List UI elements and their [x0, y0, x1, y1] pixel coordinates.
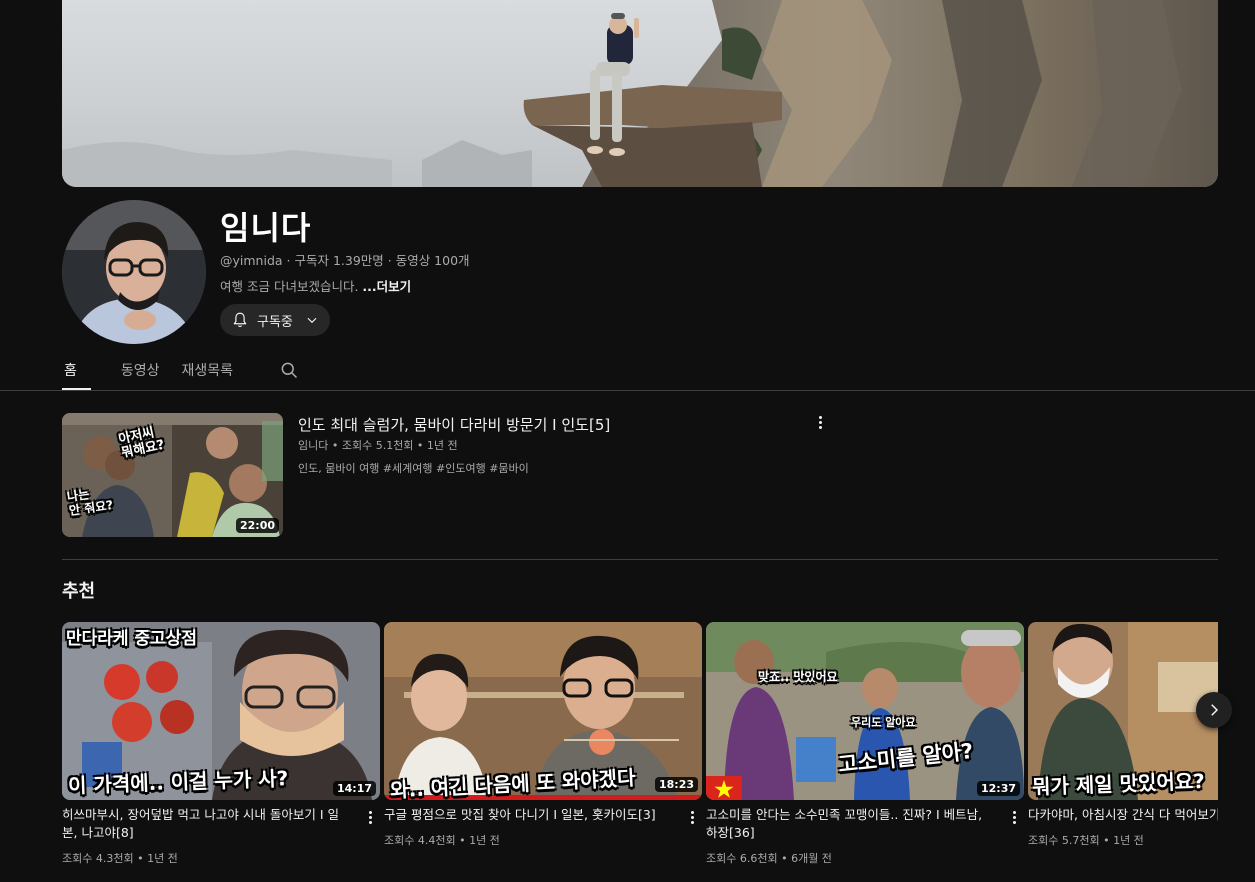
video-card[interactable]: 뭐가 제일 맛있어요? 다카야마, 아침시장 간식 다 먹어보기 조회수 5.7… [1028, 622, 1218, 847]
video-duration: 14:17 [332, 781, 376, 796]
tab-playlists[interactable]: 재생목록 [182, 352, 234, 390]
description-text: 여행 조금 다녀보겠습니다. [220, 279, 363, 294]
more-vert-icon[interactable] [1006, 807, 1022, 827]
subscribed-button[interactable]: 구독중 [220, 304, 330, 336]
video-title[interactable]: 히쓰마부시, 장어덮밥 먹고 나고야 시내 돌아보기 I 일본, 나고야[8] [62, 806, 352, 842]
tab-playlists-label: 재생목록 [181, 363, 234, 379]
bell-icon [233, 312, 247, 328]
shelf-next-button[interactable] [1196, 692, 1232, 728]
thumb-mid-text: 우리도 알아요 [851, 716, 916, 729]
chevron-right-icon [1211, 704, 1219, 716]
avatar-image [62, 200, 206, 344]
channel-handle[interactable]: @yimnida [220, 253, 283, 268]
recommended-section-title: 추천 [62, 581, 96, 602]
subscribed-label: 구독중 [257, 314, 293, 330]
video-duration: 18:23 [654, 777, 698, 792]
video-meta: 조회수 5.7천회 • 1년 전 [1028, 834, 1144, 847]
featured-video-tags: 인도, 뭄바이 여행 #세계여행 #인도여행 #뭄바이 [298, 462, 529, 475]
video-thumbnail[interactable]: 만다라케 중고상점 이 가격에.. 이걸 누가 사? 14:17 [62, 622, 380, 800]
channel-banner [62, 0, 1218, 187]
search-icon[interactable] [279, 360, 299, 380]
channel-stats: · 구독자 1.39만명 · 동영상 100개 [282, 253, 470, 268]
video-thumbnail[interactable]: 와.. 여긴 다음에 또 와야겠다 18:23 [384, 622, 702, 800]
video-title[interactable]: 고소미를 안다는 소수민족 꼬맹이들.. 진짜? I 베트남, 하장[36] [706, 806, 996, 842]
more-vert-icon[interactable] [812, 412, 828, 432]
video-card[interactable]: 와.. 여긴 다음에 또 와야겠다 18:23 구글 평점으로 맛집 찾아 다니… [384, 622, 702, 847]
video-duration: 12:37 [976, 781, 1020, 796]
tab-videos-label: 동영상 [120, 363, 160, 379]
thumb-bottom-text: 뭐가 제일 맛있어요? [1031, 768, 1206, 800]
more-vert-icon[interactable] [362, 807, 378, 827]
channel-page: 임니다 @yimnida · 구독자 1.39만명 · 동영상 100개 여행 … [0, 0, 1255, 882]
video-title[interactable]: 다카야마, 아침시장 간식 다 먹어보기 [1028, 806, 1218, 824]
featured-video-thumbnail[interactable]: 아저씨 뭐해요? 나는 안 줘요? 22:00 [62, 413, 283, 537]
section-divider [62, 559, 1218, 560]
tab-home[interactable]: 홈 [62, 352, 91, 390]
channel-avatar[interactable] [62, 200, 206, 344]
channel-description[interactable]: 여행 조금 다녀보겠습니다. ...더보기 [220, 276, 411, 295]
tab-home-label: 홈 [64, 363, 77, 379]
featured-video-title[interactable]: 인도 최대 슬럼가, 뭄바이 다라비 방문기 I 인도[5] [298, 414, 610, 435]
channel-name: 임니다 [220, 209, 312, 247]
thumb-top-text: 맞죠.. 맛있어요 [758, 670, 838, 684]
video-thumbnail[interactable]: 맞죠.. 맛있어요 우리도 알아요 고소미를 알아? 12:37 [706, 622, 1024, 800]
channel-meta: @yimnida · 구독자 1.39만명 · 동영상 100개 [220, 250, 470, 269]
video-meta: 조회수 6.6천회 • 6개월 전 [706, 852, 832, 865]
video-thumbnail[interactable]: 뭐가 제일 맛있어요? [1028, 622, 1218, 800]
tab-videos[interactable]: 동영상 [121, 352, 160, 390]
channel-tabs: 홈 동영상 재생목록 [62, 352, 255, 390]
more-vert-icon[interactable] [684, 807, 700, 827]
video-meta: 조회수 4.4천회 • 1년 전 [384, 834, 500, 847]
featured-video-meta: 임니다 • 조회수 5.1천회 • 1년 전 [298, 439, 458, 452]
vietnam-flag-icon [706, 776, 742, 800]
chevron-down-icon [307, 317, 317, 324]
recommended-shelf: 만다라케 중고상점 이 가격에.. 이걸 누가 사? 14:17 히쓰마부시, … [62, 622, 1218, 882]
video-card[interactable]: 만다라케 중고상점 이 가격에.. 이걸 누가 사? 14:17 히쓰마부시, … [62, 622, 380, 865]
video-meta: 조회수 4.3천회 • 1년 전 [62, 852, 178, 865]
tabs-divider [0, 390, 1255, 391]
thumb-top-text: 만다라케 중고상점 [66, 629, 198, 649]
video-card[interactable]: 맞죠.. 맛있어요 우리도 알아요 고소미를 알아? 12:37 고소미를 안다… [706, 622, 1024, 865]
more-link[interactable]: ...더보기 [362, 279, 411, 294]
video-title[interactable]: 구글 평점으로 맛집 찾아 다니기 I 일본, 홋카이도[3] [384, 806, 674, 824]
banner-image [62, 0, 1218, 187]
featured-duration: 22:00 [235, 518, 279, 533]
